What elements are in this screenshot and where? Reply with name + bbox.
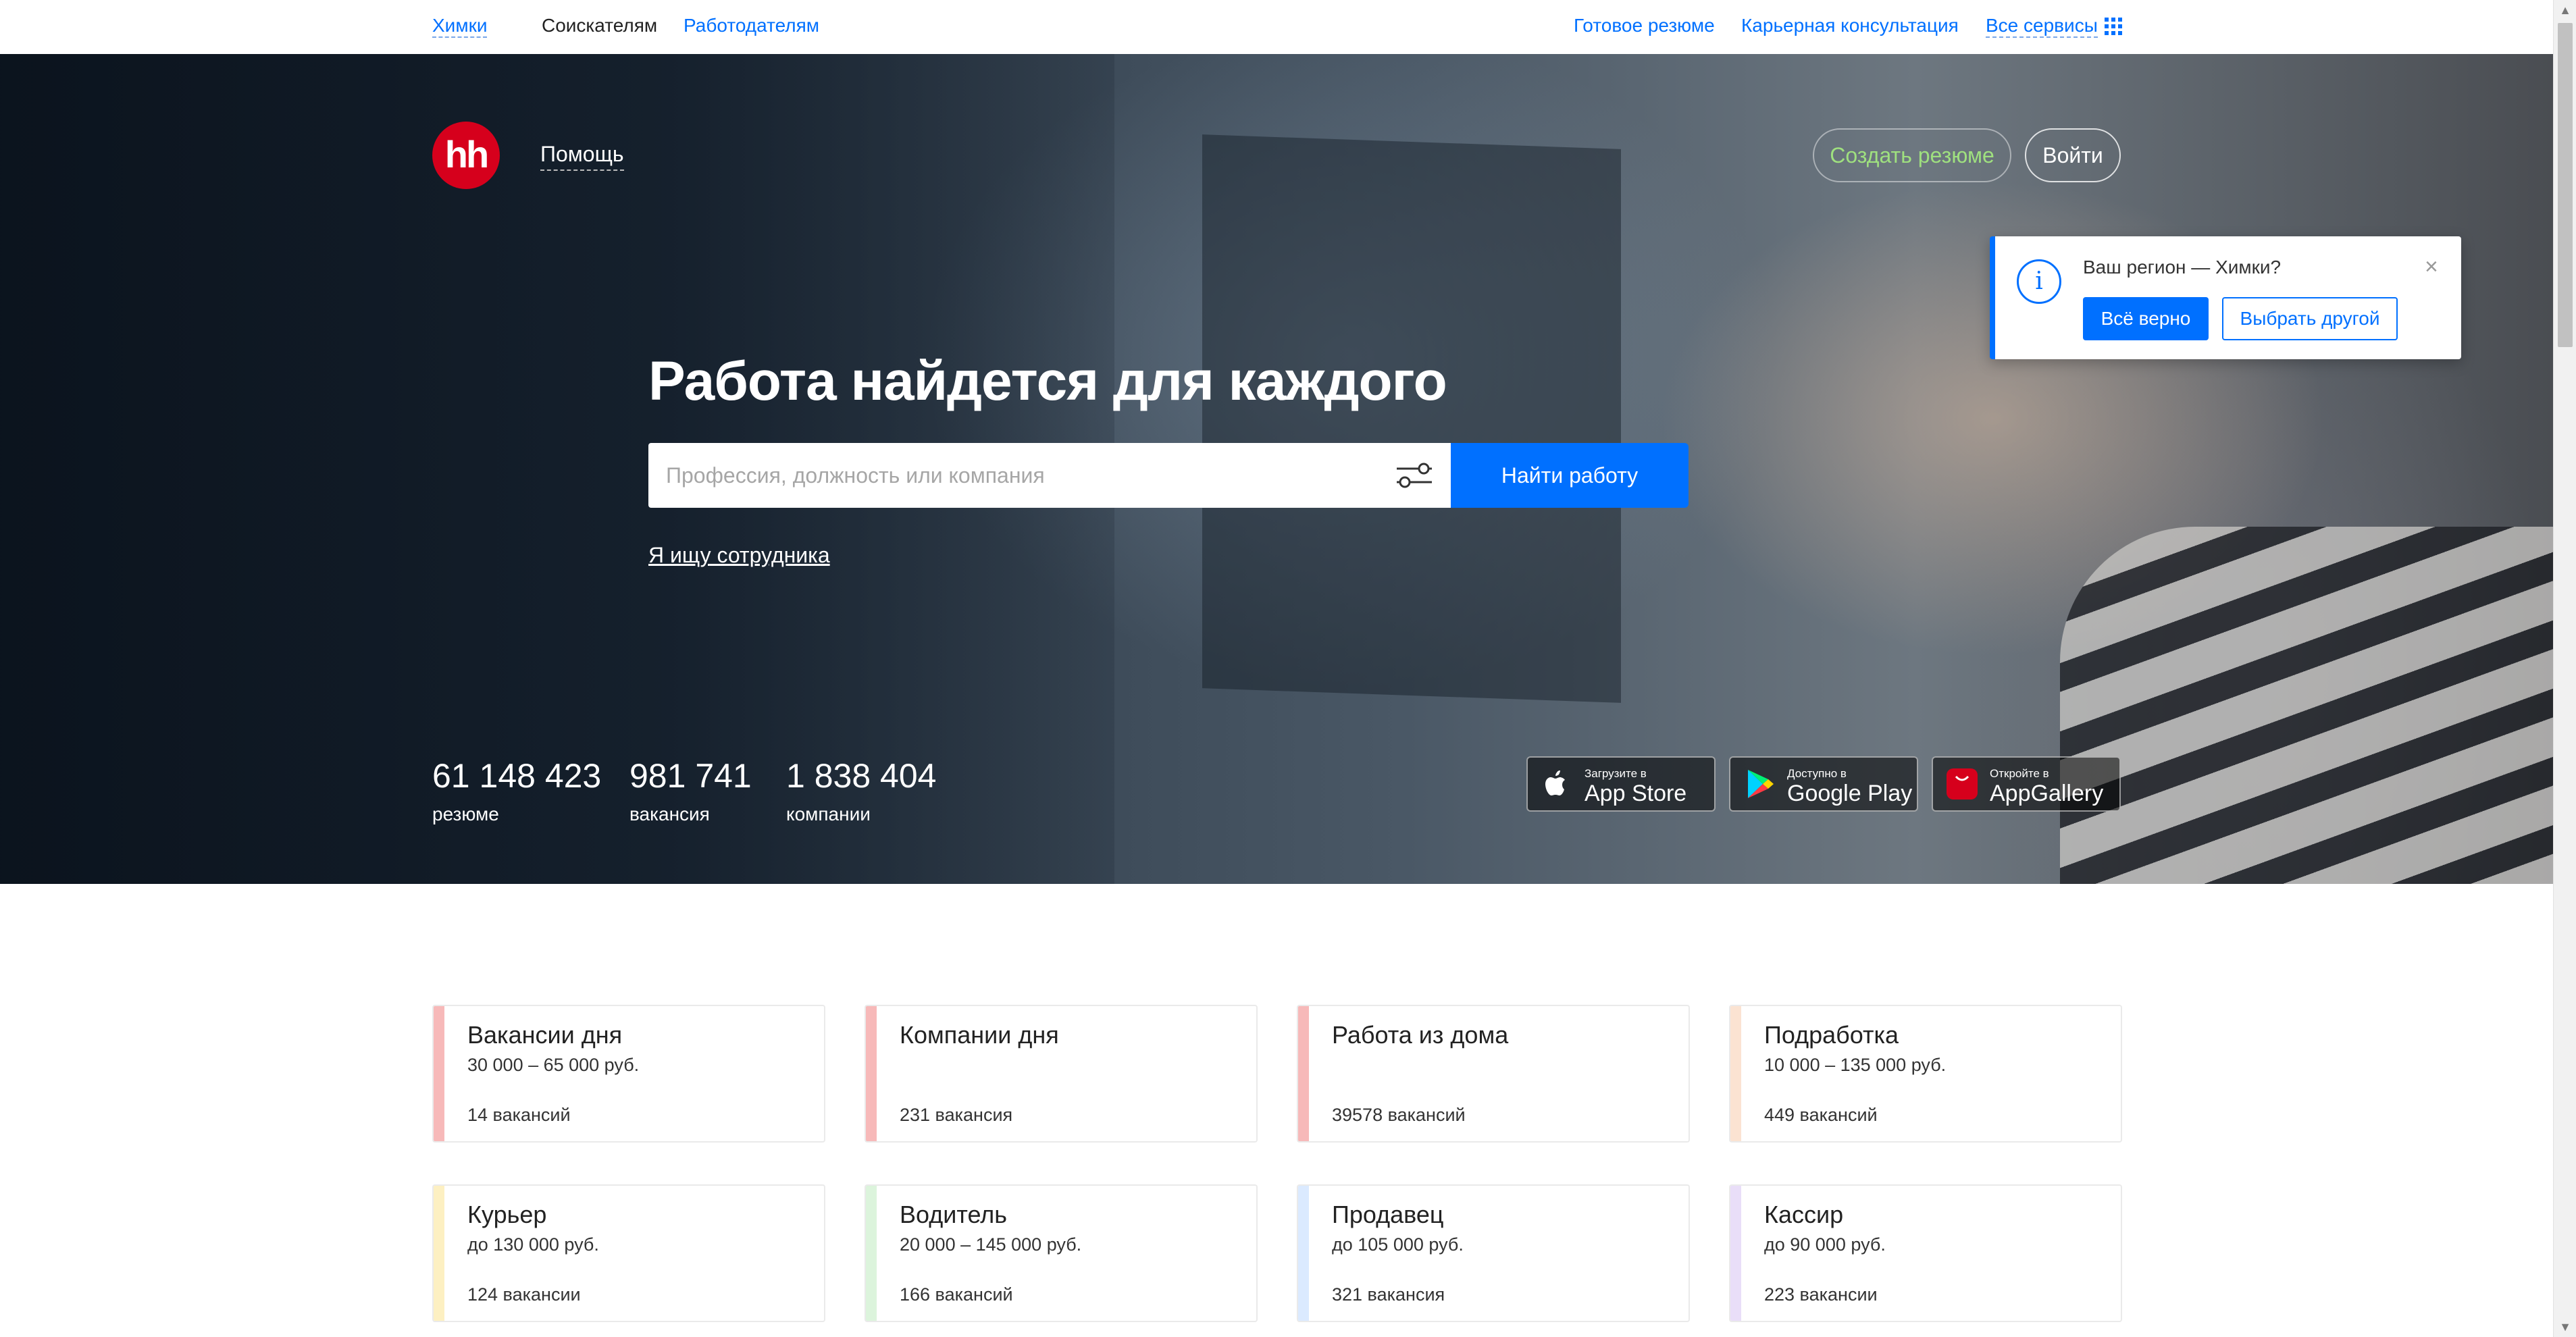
scrollbar-thumb[interactable]: [2558, 23, 2573, 347]
card-accent: [866, 1006, 877, 1141]
ready-resume-link[interactable]: Готовое резюме: [1574, 15, 1715, 36]
card-title: Вакансии дня: [467, 1021, 623, 1049]
confirm-region-button[interactable]: Всё верно: [2083, 297, 2209, 340]
scroll-down-icon[interactable]: ▼: [2554, 1317, 2576, 1337]
info-icon: i: [2017, 259, 2061, 304]
card-accent: [866, 1186, 877, 1321]
card-accent: [1298, 1006, 1309, 1141]
card-accent: [1730, 1006, 1741, 1141]
google-play-badge[interactable]: Доступно в Google Play: [1729, 756, 1918, 812]
hero-background-screen: [1202, 134, 1621, 703]
card-count: 449 вакансий: [1764, 1105, 1878, 1125]
card-title: Водитель: [900, 1201, 1008, 1228]
card-accent: [1730, 1186, 1741, 1321]
stat-value: 981 741: [629, 757, 752, 795]
card-accent: [434, 1006, 444, 1141]
employer-link[interactable]: Я ищу сотрудника: [648, 543, 830, 568]
card-subtitle: до 90 000 руб.: [1764, 1234, 1886, 1255]
login-button[interactable]: Войти: [2025, 128, 2121, 182]
card-title: Кассир: [1764, 1201, 1844, 1228]
category-card[interactable]: Водитель 20 000 – 145 000 руб. 166 вакан…: [865, 1184, 1258, 1322]
stat-value: 61 148 423: [432, 757, 602, 795]
all-services-link[interactable]: Все сервисы: [1986, 15, 2098, 38]
category-card[interactable]: Вакансии дня 30 000 – 65 000 руб. 14 вак…: [432, 1005, 825, 1143]
card-title: Курьер: [467, 1201, 547, 1228]
tab-seekers[interactable]: Соискателям: [542, 15, 657, 36]
card-count: 223 вакансии: [1764, 1284, 1878, 1305]
create-resume-button[interactable]: Создать резюме: [1813, 128, 2011, 182]
card-subtitle: до 130 000 руб.: [467, 1234, 599, 1255]
card-title: Продавец: [1332, 1201, 1444, 1228]
card-subtitle: до 105 000 руб.: [1332, 1234, 1464, 1255]
hero-headline: Работа найдется для каждого: [648, 350, 1447, 412]
city-selector[interactable]: Химки: [432, 15, 488, 38]
card-count: 231 вакансия: [900, 1105, 1013, 1125]
appgallery-badge[interactable]: Откройте в AppGallery: [1932, 756, 2121, 812]
stat-label: компании: [786, 804, 871, 824]
card-title: Компании дня: [900, 1021, 1059, 1049]
tab-employers[interactable]: Работодателям: [684, 15, 819, 36]
grid-icon[interactable]: [2105, 18, 2122, 35]
google-play-icon: [1748, 770, 1774, 798]
card-count: 124 вакансии: [467, 1284, 581, 1305]
find-job-button[interactable]: Найти работу: [1451, 443, 1689, 508]
category-card[interactable]: Продавец до 105 000 руб. 321 вакансия: [1297, 1184, 1690, 1322]
store-name: Google Play: [1787, 781, 1913, 806]
career-consult-link[interactable]: Карьерная консультация: [1741, 15, 1959, 36]
card-title: Работа из дома: [1332, 1021, 1509, 1049]
card-subtitle: 30 000 – 65 000 руб.: [467, 1055, 640, 1075]
card-subtitle: 10 000 – 135 000 руб.: [1764, 1055, 1947, 1075]
close-icon[interactable]: ×: [2425, 254, 2438, 280]
category-card[interactable]: Курьер до 130 000 руб. 124 вакансии: [432, 1184, 825, 1322]
apple-icon: [1545, 770, 1565, 795]
stat-value: 1 838 404: [786, 757, 937, 795]
category-card[interactable]: Подработка 10 000 – 135 000 руб. 449 вак…: [1729, 1005, 2122, 1143]
stat-resumes: 61 148 423 резюме: [432, 756, 601, 825]
stat-label: вакансия: [629, 804, 710, 824]
card-count: 39578 вакансий: [1332, 1105, 1466, 1125]
category-card[interactable]: Компании дня 231 вакансия: [865, 1005, 1258, 1143]
store-caption: Доступно в: [1787, 767, 1847, 780]
hero-background-shirt: [2060, 527, 2553, 884]
scroll-up-icon[interactable]: ▲: [2554, 0, 2576, 20]
hh-logo[interactable]: hh: [432, 122, 500, 189]
card-subtitle: 20 000 – 145 000 руб.: [900, 1234, 1082, 1255]
search-input[interactable]: [648, 443, 1391, 508]
card-title: Подработка: [1764, 1021, 1899, 1049]
help-link[interactable]: Помощь: [540, 142, 624, 171]
store-name: App Store: [1585, 781, 1687, 806]
huawei-icon: [1947, 768, 1978, 799]
category-card[interactable]: Работа из дома 39578 вакансий: [1297, 1005, 1690, 1143]
filter-settings-icon[interactable]: [1395, 461, 1433, 490]
card-accent: [1298, 1186, 1309, 1321]
stat-companies: 1 838 404 компании: [786, 756, 936, 825]
top-bar: Химки Соискателям Работодателям Готовое …: [0, 0, 2553, 54]
page: Химки Соискателям Работодателям Готовое …: [0, 0, 2576, 1337]
stat-vacancies: 981 741 вакансия: [629, 756, 752, 825]
stat-label: резюме: [432, 804, 499, 824]
app-store-badge[interactable]: Загрузите в App Store: [1526, 756, 1716, 812]
card-count: 14 вакансий: [467, 1105, 571, 1125]
region-question: Ваш регион — Химки?: [2083, 257, 2282, 278]
page-scrollbar[interactable]: ▲ ▼: [2553, 0, 2576, 1337]
store-caption: Откройте в: [1990, 767, 2049, 780]
search-box: [648, 443, 1451, 508]
region-popup: i Ваш регион — Химки? × Всё верно Выбрат…: [1990, 236, 2461, 359]
store-name: AppGallery: [1990, 781, 2104, 806]
category-card[interactable]: Кассир до 90 000 руб. 223 вакансии: [1729, 1184, 2122, 1322]
card-count: 166 вакансий: [900, 1284, 1013, 1305]
hero-section: hh Помощь Создать резюме Войти Работа на…: [0, 54, 2553, 884]
choose-other-region-button[interactable]: Выбрать другой: [2222, 297, 2398, 340]
card-count: 321 вакансия: [1332, 1284, 1445, 1305]
card-accent: [434, 1186, 444, 1321]
store-caption: Загрузите в: [1585, 767, 1647, 780]
